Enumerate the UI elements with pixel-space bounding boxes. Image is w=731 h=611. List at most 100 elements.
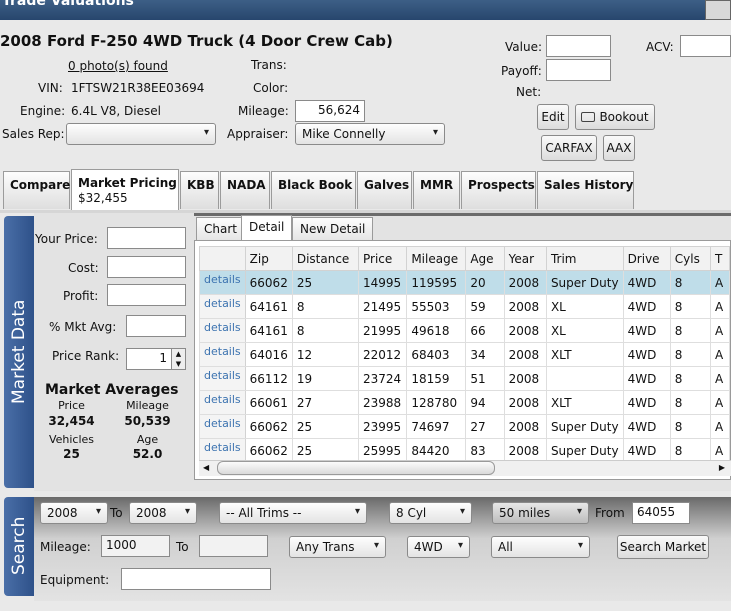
table-row[interactable]: details 66062 25 23995 74697 27 2008 Super Duty… <box>199 414 730 439</box>
trans-select[interactable]: Any Trans <box>289 536 386 558</box>
details-link[interactable]: details <box>199 414 246 439</box>
details-link[interactable]: details <box>199 318 246 343</box>
acv-field[interactable] <box>680 35 731 57</box>
payoff-field[interactable] <box>546 59 611 81</box>
grid-header-year[interactable]: Year <box>503 246 547 271</box>
tab-prospects[interactable]: Prospects <box>461 171 536 209</box>
tab-kbb[interactable]: KBB <box>180 171 219 209</box>
profit-label: Profit: <box>63 289 99 303</box>
search-mileage-label: Mileage: <box>40 540 91 554</box>
tab-compare[interactable]: Compare <box>3 171 70 209</box>
cell-mileage: 119595 <box>406 270 467 295</box>
carfax-button[interactable]: CARFAX <box>541 135 597 161</box>
tab-nada[interactable]: NADA <box>220 171 270 209</box>
details-link[interactable]: details <box>199 294 246 319</box>
subtab-label: New Detail <box>300 222 366 236</box>
details-link[interactable]: details <box>199 270 246 295</box>
cell-age: 59 <box>465 294 505 319</box>
cell-mileage: 18159 <box>406 366 467 391</box>
drive-select[interactable]: 4WD <box>407 536 470 558</box>
subtab-detail[interactable]: Detail <box>241 215 293 241</box>
year-from-select[interactable]: 2008 <box>40 502 108 524</box>
avg-vehicles-label: Vehicles <box>48 433 95 446</box>
appraiser-select[interactable]: Mike Connelly <box>295 123 445 145</box>
mileage-from-field[interactable]: 1000 <box>101 535 170 557</box>
tab-mmr[interactable]: MMR <box>413 171 460 209</box>
equipment-field[interactable] <box>121 568 271 590</box>
color-label: Color: <box>253 81 289 95</box>
subtab-new-detail[interactable]: New Detail <box>292 217 374 241</box>
cell-drive: 4WD <box>622 366 671 391</box>
cell-mileage: 55503 <box>406 294 467 319</box>
trims-select[interactable]: -- All Trims -- <box>219 502 367 524</box>
table-row[interactable]: details 64161 8 21495 55503 59 2008 XL 4WD 8 A <box>199 294 730 319</box>
bookout-button[interactable]: Bookout <box>575 104 655 130</box>
grid-header-price[interactable]: Price <box>357 246 408 271</box>
grid-header-distance[interactable]: Distance <box>291 246 360 271</box>
grid-header-age[interactable]: Age <box>465 246 505 271</box>
aax-button[interactable]: AAX <box>603 135 635 161</box>
subtab-chart[interactable]: Chart <box>196 217 245 241</box>
avg-mileage-label: Mileage <box>126 399 169 412</box>
tab-label: Galves <box>364 178 410 192</box>
price-rank-stepper[interactable]: ▲ ▼ <box>171 348 186 370</box>
grid-header-zip[interactable]: Zip <box>244 246 293 271</box>
cell-year: 2008 <box>503 414 547 439</box>
tab-black-book[interactable]: Black Book <box>271 171 356 209</box>
details-link[interactable]: details <box>199 390 246 415</box>
zip-field[interactable]: 64055 <box>632 502 690 524</box>
table-row[interactable]: details 66062 25 14995 119595 20 2008 Super Dut… <box>199 270 730 295</box>
value-field[interactable] <box>546 35 611 57</box>
your-price-field[interactable] <box>107 227 186 249</box>
table-row[interactable]: details 66061 27 23988 128780 94 2008 XLT 4WD 8 A <box>199 390 730 415</box>
cell-zip: 64161 <box>244 318 293 343</box>
scroll-left-icon[interactable]: ◀ <box>203 463 209 472</box>
subtab-label: Chart <box>204 222 237 236</box>
grid-header-trim[interactable]: Trim <box>545 246 624 271</box>
radius-select[interactable]: 50 miles <box>492 502 589 524</box>
scroll-right-icon[interactable]: ▶ <box>719 463 725 472</box>
details-link[interactable]: details <box>199 342 246 367</box>
cell-age: 83 <box>465 438 505 463</box>
table-row[interactable]: details 64016 12 22012 68403 34 2008 XLT 4WD 8 A <box>199 342 730 367</box>
table-row[interactable]: details 66062 25 25995 84420 83 2008 Super Duty… <box>199 438 730 463</box>
cell-age: 51 <box>465 366 505 391</box>
tab-label: KBB <box>187 178 215 192</box>
grid-scroll-thumb[interactable] <box>217 461 495 475</box>
grid-header-cyls[interactable]: Cyls <box>669 246 712 271</box>
photos-link[interactable]: 0 photo(s) found <box>68 59 168 73</box>
price-rank-field[interactable]: 1 <box>126 348 172 370</box>
tab-sales-history[interactable]: Sales History <box>537 171 634 209</box>
cost-field[interactable] <box>107 256 186 278</box>
cell-distance: 27 <box>291 390 360 415</box>
year-to-select[interactable]: 2008 <box>129 502 197 524</box>
edit-button[interactable]: Edit <box>537 104 569 130</box>
pct-mkt-avg-field[interactable] <box>126 315 186 337</box>
grid-header-drive[interactable]: Drive <box>622 246 671 271</box>
table-row[interactable]: details 64161 8 21995 49618 66 2008 XL 4WD 8 A <box>199 318 730 343</box>
tab-label: MMR <box>420 178 454 192</box>
details-link[interactable]: details <box>199 438 246 463</box>
cylinders-select[interactable]: 8 Cyl <box>389 502 472 524</box>
other-filter-select[interactable]: All <box>491 536 590 558</box>
bookout-label: Bookout <box>599 110 649 124</box>
cell-price: 23988 <box>357 390 408 415</box>
profit-field[interactable] <box>107 284 186 306</box>
grid-header-mileage[interactable]: Mileage <box>406 246 467 271</box>
details-link[interactable]: details <box>199 366 246 391</box>
search-market-button[interactable]: Search Market <box>617 535 709 559</box>
cell-cyls: 8 <box>669 294 712 319</box>
mileage-to-field[interactable] <box>199 535 268 557</box>
cell-price: 25995 <box>357 438 408 463</box>
cell-price: 14995 <box>357 270 408 295</box>
grid-header-trans[interactable]: T <box>710 246 730 271</box>
mileage-field[interactable]: 56,624 <box>295 100 365 122</box>
printer-icon[interactable] <box>705 0 731 20</box>
sales-rep-select[interactable] <box>66 123 216 145</box>
table-row[interactable]: details 66112 19 23724 18159 51 2008 4WD 8 A <box>199 366 730 391</box>
cell-trim: Super Duty <box>545 414 624 439</box>
cell-price: 22012 <box>357 342 408 367</box>
cell-year: 2008 <box>503 390 547 415</box>
tab-market-pricing[interactable]: Market Pricing $32,455 <box>71 169 179 211</box>
tab-galves[interactable]: Galves <box>357 171 412 209</box>
